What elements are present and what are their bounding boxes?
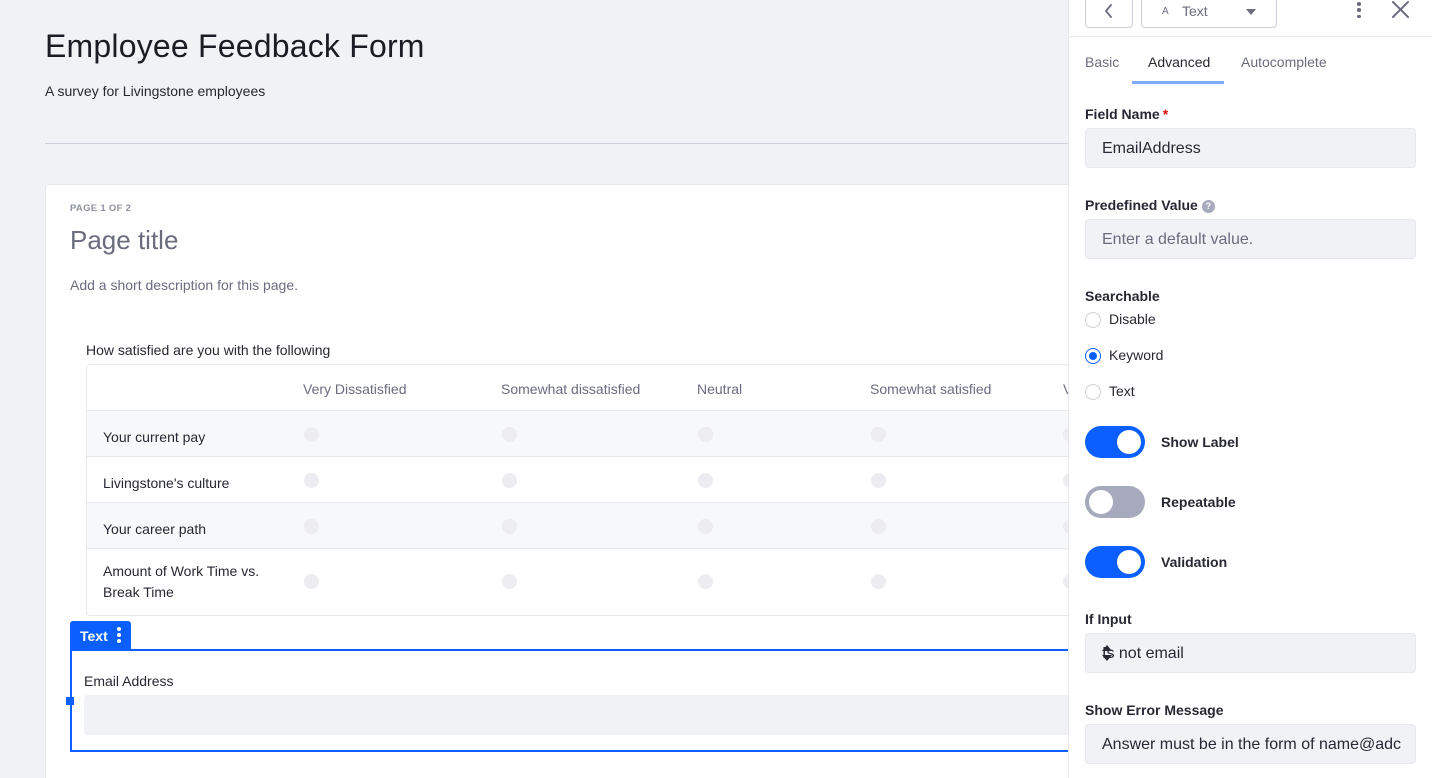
email-address-label: Email Address bbox=[84, 673, 174, 689]
grid-radio[interactable] bbox=[871, 519, 886, 534]
grid-row: Your current pay bbox=[87, 411, 1068, 457]
radio-label: Disable bbox=[1109, 311, 1156, 327]
grid-row-label: Livingstone's culture bbox=[103, 475, 230, 491]
tab-autocomplete[interactable]: Autocomplete bbox=[1241, 54, 1327, 70]
grid-row: Amount of Work Time vs. Break Time bbox=[87, 549, 1068, 615]
grid-radio[interactable] bbox=[502, 519, 517, 534]
select-arrows-icon bbox=[1102, 645, 1112, 661]
grid-row-label: Your career path bbox=[103, 521, 206, 537]
grid-radio[interactable] bbox=[304, 519, 319, 534]
field-type-tag-label: Text bbox=[80, 628, 108, 644]
grid-column-header: Somewhat satisfied bbox=[870, 381, 992, 397]
predefined-value-input[interactable]: Enter a default value. bbox=[1085, 219, 1416, 259]
page-description-input[interactable]: Add a short description for this page. bbox=[70, 277, 298, 293]
show-label-toggle[interactable] bbox=[1085, 426, 1145, 458]
repeatable-toggle[interactable] bbox=[1085, 486, 1145, 518]
field-settings-sidebar: A Text Basic Advanced Autocomplete Field… bbox=[1068, 0, 1432, 778]
tab-advanced[interactable]: Advanced bbox=[1148, 54, 1210, 70]
radio-button[interactable] bbox=[1085, 384, 1101, 400]
toggle-knob bbox=[1117, 550, 1141, 574]
searchable-label: Searchable bbox=[1085, 288, 1160, 304]
grid-field-label: How satisfied are you with the following bbox=[86, 342, 331, 358]
form-title[interactable]: Employee Feedback Form bbox=[45, 28, 425, 65]
page-title-input[interactable]: Page title bbox=[70, 225, 178, 256]
sidebar-toolbar: A Text bbox=[1069, 0, 1432, 37]
radio-label: Keyword bbox=[1109, 347, 1164, 363]
selected-field-tag[interactable]: Text bbox=[70, 621, 131, 649]
grid-radio[interactable] bbox=[304, 427, 319, 442]
field-type-dropdown[interactable]: A Text bbox=[1141, 0, 1277, 28]
caret-down-icon bbox=[1246, 9, 1256, 15]
error-message-label: Show Error Message bbox=[1085, 702, 1224, 718]
predefined-value-label: Predefined Value? bbox=[1085, 197, 1215, 213]
grid-column-header: Somewhat dissatisfied bbox=[501, 381, 641, 397]
back-button[interactable] bbox=[1085, 0, 1133, 28]
required-mark: * bbox=[1162, 106, 1169, 122]
page-counter: PAGE 1 OF 2 bbox=[70, 203, 132, 214]
error-message-input[interactable]: Answer must be in the form of name@adc bbox=[1085, 724, 1416, 764]
grid-row: Livingstone's culture bbox=[87, 457, 1068, 503]
toggle-knob bbox=[1117, 430, 1141, 454]
grid-radio[interactable] bbox=[304, 574, 319, 589]
radio-button-selected[interactable] bbox=[1085, 348, 1101, 364]
close-icon[interactable] bbox=[1389, 0, 1411, 22]
grid-radio[interactable] bbox=[698, 473, 713, 488]
grid-row-label: Your current pay bbox=[103, 429, 206, 445]
show-label-toggle-label: Show Label bbox=[1161, 434, 1239, 450]
grid-radio[interactable] bbox=[871, 473, 886, 488]
chevron-left-icon bbox=[1105, 4, 1112, 18]
repeatable-toggle-label: Repeatable bbox=[1161, 494, 1236, 510]
help-icon[interactable]: ? bbox=[1201, 200, 1215, 213]
if-input-label: If Input bbox=[1085, 611, 1132, 627]
grid-radio[interactable] bbox=[698, 427, 713, 442]
grid-row-label: Amount of Work Time vs. Break Time bbox=[103, 563, 260, 600]
grid-radio[interactable] bbox=[304, 473, 319, 488]
form-description[interactable]: A survey for Livingstone employees bbox=[45, 83, 265, 99]
radio-button[interactable] bbox=[1085, 312, 1101, 328]
email-address-input[interactable] bbox=[84, 695, 1068, 735]
grid-radio[interactable] bbox=[502, 427, 517, 442]
header-divider bbox=[45, 143, 1068, 144]
grid-radio[interactable] bbox=[698, 519, 713, 534]
grid-column-header: Neutral bbox=[697, 381, 743, 397]
more-options-icon[interactable] bbox=[1356, 2, 1362, 18]
tab-basic[interactable]: Basic bbox=[1085, 54, 1119, 70]
grid-radio[interactable] bbox=[698, 574, 713, 589]
grid-row: Your career path bbox=[87, 503, 1068, 549]
grid-header-row: Very Dissatisfied Somewhat dissatisfied … bbox=[87, 365, 1068, 411]
grid-radio[interactable] bbox=[871, 427, 886, 442]
validation-toggle[interactable] bbox=[1085, 546, 1145, 578]
sidebar-tabs: Basic Advanced Autocomplete bbox=[1069, 37, 1432, 85]
validation-toggle-label: Validation bbox=[1161, 554, 1228, 570]
field-type-label: Text bbox=[1182, 3, 1208, 19]
grid-radio[interactable] bbox=[502, 574, 517, 589]
grid-column-header: Very Dissatisfied bbox=[303, 381, 407, 397]
if-input-select[interactable]: Is not email bbox=[1085, 633, 1416, 673]
radio-label: Text bbox=[1109, 383, 1135, 399]
field-actions-kebab-icon[interactable] bbox=[117, 627, 121, 643]
active-tab-indicator bbox=[1132, 81, 1224, 84]
resize-handle[interactable] bbox=[66, 697, 74, 705]
toggle-knob bbox=[1089, 490, 1113, 514]
text-type-icon: A bbox=[1162, 6, 1169, 17]
field-name-input[interactable]: EmailAddress bbox=[1085, 128, 1416, 168]
email-address-field[interactable]: Email Address bbox=[66, 649, 1068, 752]
grid-field[interactable]: Very Dissatisfied Somewhat dissatisfied … bbox=[86, 364, 1068, 616]
grid-radio[interactable] bbox=[871, 574, 886, 589]
grid-radio[interactable] bbox=[502, 473, 517, 488]
field-name-label: Field Name * bbox=[1085, 106, 1169, 122]
form-builder-canvas: Employee Feedback Form A survey for Livi… bbox=[0, 0, 1068, 778]
